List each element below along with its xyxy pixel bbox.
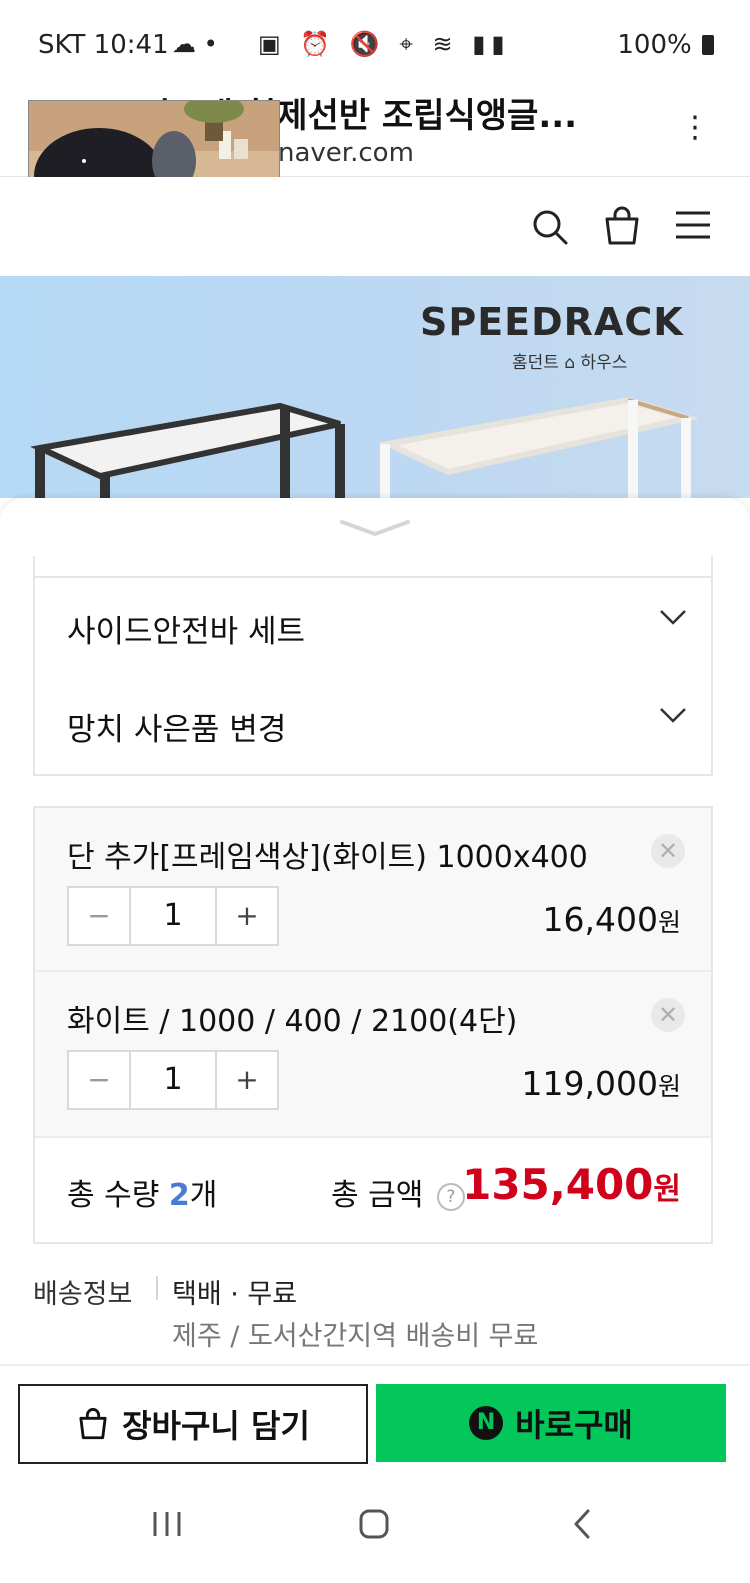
- total-amount-label-wrap: 총 금액 ?: [331, 1170, 465, 1214]
- home-icon[interactable]: [358, 1508, 390, 1540]
- add-to-cart-button[interactable]: 장바구니 담기: [18, 1384, 368, 1464]
- back-icon[interactable]: [570, 1508, 594, 1540]
- buy-now-button[interactable]: N 바로구매: [376, 1384, 726, 1462]
- battery-text: 100%: [617, 30, 692, 60]
- brand-subtitle: 홈던트 ⌂ 하우스: [512, 353, 628, 373]
- increase-button[interactable]: +: [217, 1052, 277, 1108]
- status-icons: ▣ ⏰ 🔇 ⌖ ≋ ▮▮: [258, 30, 511, 58]
- buy-now-label: 바로구매: [515, 1406, 633, 1444]
- naver-pay-icon: N: [469, 1406, 504, 1440]
- chevron-down-icon: [660, 708, 686, 723]
- item-name: 화이트 / 1000 / 400 / 2100(4단): [67, 1004, 518, 1039]
- product-banner: SPEEDRACK 홈던트 ⌂ 하우스: [0, 276, 750, 498]
- black-shelf-image: [30, 402, 345, 498]
- chevron-down-icon: [660, 610, 686, 625]
- page-url[interactable]: naver.com: [278, 138, 414, 168]
- option-dropdown-side-bar[interactable]: 사이드안전바 세트: [33, 576, 713, 678]
- shipping-note: 제주 / 도서산간지역 배송비 무료: [172, 1321, 539, 1352]
- option-dropdown-hammer-gift[interactable]: 망치 사은품 변경: [33, 676, 713, 776]
- total-qty-value: 2: [168, 1178, 190, 1213]
- help-icon[interactable]: ?: [436, 1183, 465, 1211]
- quantity-stepper: − 1 +: [67, 886, 279, 946]
- carrier-time: SKT 10:41: [38, 30, 169, 60]
- hamburger-menu-icon[interactable]: [674, 209, 712, 241]
- quantity-value[interactable]: 1: [129, 888, 217, 944]
- shopping-bag-icon[interactable]: [602, 205, 642, 247]
- total-qty-label: 총 수량: [67, 1178, 160, 1213]
- selected-item-row: 단 추가[프레임색상](화이트) 1000x400 ✕ − 1 + 16,400…: [35, 808, 711, 970]
- selected-item-row: 화이트 / 1000 / 400 / 2100(4단) ✕ − 1 + 119,…: [35, 972, 711, 1136]
- price-value: 16,400: [542, 900, 658, 939]
- decrease-button[interactable]: −: [69, 1052, 129, 1108]
- recent-apps-icon[interactable]: [150, 1510, 184, 1538]
- total-amount-value: 135,400: [462, 1160, 654, 1209]
- option-list-top: [33, 556, 713, 578]
- quantity-value[interactable]: 1: [129, 1052, 217, 1108]
- item-price: 119,000원: [522, 1064, 681, 1103]
- price-unit: 원: [657, 908, 681, 937]
- sheet-collapse-handle-icon[interactable]: [338, 516, 412, 540]
- shipping-label: 배송정보: [33, 1279, 133, 1310]
- section-divider: [0, 1364, 750, 1366]
- price-value: 119,000: [521, 1064, 658, 1103]
- total-quantity: 총 수량 2개: [67, 1170, 217, 1214]
- option-label: 사이드안전바 세트: [67, 614, 306, 650]
- shipping-divider: [156, 1276, 158, 1300]
- more-menu-icon[interactable]: ⋮: [680, 110, 710, 145]
- selected-items-box: 단 추가[프레임색상](화이트) 1000x400 ✕ − 1 + 16,400…: [33, 806, 713, 1244]
- option-label: 망치 사은품 변경: [67, 712, 287, 748]
- shipping-value: 택배 · 무료: [172, 1279, 298, 1310]
- status-bar: SKT 10:41 ☁ • ▣ ⏰ 🔇 ⌖ ≋ ▮▮ 100%: [0, 0, 750, 88]
- total-amount-label: 총 금액: [331, 1178, 424, 1213]
- brand-logo: SPEEDRACK: [420, 300, 684, 344]
- price-unit: 원: [657, 1072, 681, 1101]
- shopping-bag-icon: [79, 1408, 107, 1440]
- search-icon[interactable]: [530, 207, 570, 247]
- item-price: 16,400원: [543, 900, 681, 939]
- white-shelf-image: [378, 396, 698, 498]
- system-nav-bar: [0, 1480, 750, 1583]
- total-amount-unit: 원: [653, 1172, 681, 1207]
- remove-item-icon[interactable]: ✕: [651, 998, 685, 1032]
- item-name: 단 추가[프레임색상](화이트) 1000x400: [67, 840, 588, 875]
- battery-icon: [702, 35, 714, 55]
- remove-item-icon[interactable]: ✕: [651, 834, 685, 868]
- decrease-button[interactable]: −: [69, 888, 129, 944]
- shop-header: [0, 177, 750, 275]
- status-icons-left: ☁ •: [172, 30, 218, 58]
- battery-level: 100%: [617, 30, 714, 60]
- item-divider: [35, 1136, 711, 1138]
- quantity-stepper: − 1 +: [67, 1050, 279, 1110]
- add-to-cart-label: 장바구니 담기: [122, 1407, 310, 1445]
- total-qty-unit: 개: [189, 1178, 218, 1213]
- increase-button[interactable]: +: [217, 888, 277, 944]
- total-amount: 135,400원: [462, 1160, 681, 1209]
